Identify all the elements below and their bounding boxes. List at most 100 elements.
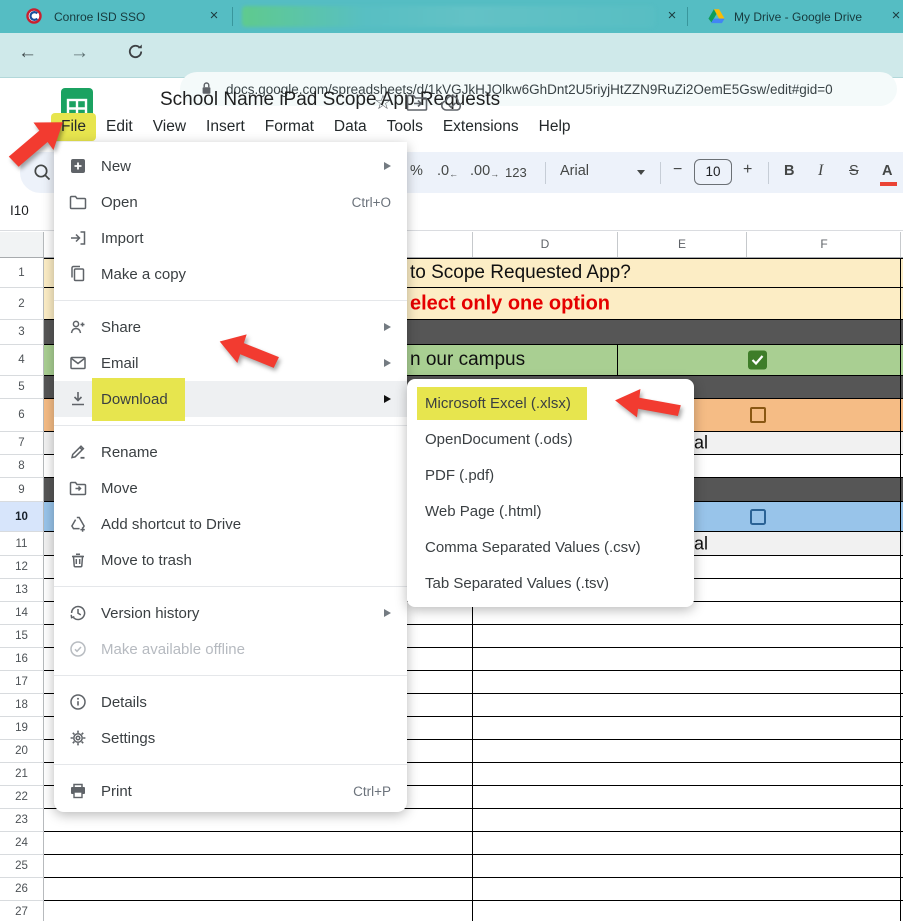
menubar-item-insert[interactable]: Insert	[196, 113, 255, 141]
row-header-6[interactable]: 6	[0, 399, 44, 432]
row-header-1[interactable]: 1	[0, 258, 44, 288]
file-menu-item-open[interactable]: OpenCtrl+O	[54, 184, 407, 220]
menu-divider	[54, 764, 407, 765]
checkbox-checked-icon[interactable]	[748, 351, 767, 370]
tab-separator	[687, 7, 688, 26]
sheet-row-24[interactable]	[44, 832, 903, 855]
row-header-16[interactable]: 16	[0, 648, 44, 671]
close-tab-icon[interactable]: ×	[664, 8, 680, 24]
file-menu-item-details[interactable]: Details	[54, 684, 407, 720]
row-header-14[interactable]: 14	[0, 602, 44, 625]
row-header-25[interactable]: 25	[0, 855, 44, 878]
back-icon[interactable]: ←	[18, 43, 37, 62]
row-header-2[interactable]: 2	[0, 288, 44, 320]
tab-separator	[232, 7, 233, 26]
name-box[interactable]: I10	[10, 203, 29, 218]
file-menu-item-rename[interactable]: Rename	[54, 434, 407, 470]
checkbox-unchecked-icon[interactable]	[750, 509, 766, 525]
column-header-e[interactable]: E	[617, 232, 746, 257]
download-icon	[68, 389, 88, 409]
select-all-corner[interactable]	[0, 232, 44, 257]
file-menu-item-move[interactable]: Move	[54, 470, 407, 506]
menubar-item-help[interactable]: Help	[529, 113, 581, 141]
cell-text: n our campus	[410, 349, 525, 371]
submenu-item-pdf-pdf[interactable]: PDF (.pdf)	[407, 457, 694, 493]
row-header-12[interactable]: 12	[0, 556, 44, 579]
cell-text: elect only one option	[410, 292, 610, 315]
drive-shortcut-icon	[68, 514, 88, 534]
email-icon	[68, 353, 88, 373]
row-header-11[interactable]: 11	[0, 532, 44, 556]
row-header-5[interactable]: 5	[0, 376, 44, 399]
file-menu-item-add-shortcut-to-drive[interactable]: Add shortcut to Drive	[54, 506, 407, 542]
chevron-down-icon[interactable]	[637, 170, 645, 175]
submenu-item-tab-separated-values-tsv[interactable]: Tab Separated Values (.tsv)	[407, 565, 694, 601]
row-header-8[interactable]: 8	[0, 455, 44, 478]
row-header-26[interactable]: 26	[0, 878, 44, 901]
row-header-3[interactable]: 3	[0, 320, 44, 345]
decrease-decimal-button[interactable]: .0←	[437, 163, 458, 179]
percent-format-button[interactable]: %	[410, 163, 423, 179]
row-header-9[interactable]: 9	[0, 478, 44, 502]
increase-font-size-button[interactable]: +	[743, 161, 752, 179]
menubar-item-view[interactable]: View	[143, 113, 196, 141]
row-header-10[interactable]: 10	[0, 502, 44, 532]
menubar-item-format[interactable]: Format	[255, 113, 324, 141]
file-menu-item-import[interactable]: Import	[54, 220, 407, 256]
file-menu-item-make-a-copy[interactable]: Make a copy	[54, 256, 407, 292]
menu-item-label: Open	[101, 194, 138, 211]
forward-icon[interactable]: →	[70, 43, 89, 62]
import-icon	[68, 228, 88, 248]
menubar-item-extensions[interactable]: Extensions	[433, 113, 529, 141]
menubar-item-data[interactable]: Data	[324, 113, 377, 141]
file-menu-item-move-to-trash[interactable]: Move to trash	[54, 542, 407, 578]
row-header-22[interactable]: 22	[0, 786, 44, 809]
row-header-23[interactable]: 23	[0, 809, 44, 832]
menu-item-label: Version history	[101, 605, 199, 622]
submenu-item-web-page-html[interactable]: Web Page (.html)	[407, 493, 694, 529]
sheet-row-26[interactable]	[44, 878, 903, 901]
row-header-20[interactable]: 20	[0, 740, 44, 763]
bold-button[interactable]: B	[784, 163, 794, 179]
row-header-19[interactable]: 19	[0, 717, 44, 740]
increase-decimal-button[interactable]: .00→	[470, 163, 499, 179]
menubar-item-tools[interactable]: Tools	[377, 113, 433, 141]
column-header-f[interactable]: F	[746, 232, 901, 257]
menu-item-label: Download	[92, 378, 185, 421]
row-header-21[interactable]: 21	[0, 763, 44, 786]
menubar-item-edit[interactable]: Edit	[96, 113, 143, 141]
file-menu-item-version-history[interactable]: Version history	[54, 595, 407, 631]
submenu-item-comma-separated-values-csv[interactable]: Comma Separated Values (.csv)	[407, 529, 694, 565]
row-header-24[interactable]: 24	[0, 832, 44, 855]
decrease-font-size-button[interactable]: −	[673, 161, 682, 179]
row-header-17[interactable]: 17	[0, 671, 44, 694]
text-color-button[interactable]: A	[882, 163, 892, 179]
sheet-row-23[interactable]	[44, 809, 903, 832]
checkbox-unchecked-icon[interactable]	[750, 407, 766, 423]
row-header-18[interactable]: 18	[0, 694, 44, 717]
row-header-27[interactable]: 27	[0, 901, 44, 921]
row-header-15[interactable]: 15	[0, 625, 44, 648]
font-size-field[interactable]: 10	[694, 159, 732, 185]
sheets-menubar: FileEditViewInsertFormatDataToolsExtensi…	[51, 111, 581, 142]
tab-title: Conroe ISD SSO	[54, 10, 145, 24]
close-tab-icon[interactable]: ×	[888, 8, 903, 24]
sheet-row-27[interactable]	[44, 901, 903, 921]
row-header-4[interactable]: 4	[0, 345, 44, 376]
column-header-d[interactable]: D	[472, 232, 617, 257]
file-menu-item-new[interactable]: New	[54, 148, 407, 184]
file-menu-item-settings[interactable]: Settings	[54, 720, 407, 756]
row-header-13[interactable]: 13	[0, 579, 44, 602]
file-menu-item-download[interactable]: Download	[54, 381, 407, 417]
italic-button[interactable]: I	[818, 162, 823, 180]
strikethrough-button[interactable]: S	[849, 163, 859, 179]
file-menu-item-print[interactable]: PrintCtrl+P	[54, 773, 407, 809]
reload-icon[interactable]	[126, 42, 145, 65]
menu-item-label: Move	[101, 480, 138, 497]
number-format-button[interactable]: 123	[505, 165, 527, 180]
gridline-vertical	[617, 345, 618, 376]
sheet-row-25[interactable]	[44, 855, 903, 878]
close-tab-icon[interactable]: ×	[206, 8, 222, 24]
row-header-7[interactable]: 7	[0, 432, 44, 455]
font-selector[interactable]: Arial	[560, 163, 589, 179]
